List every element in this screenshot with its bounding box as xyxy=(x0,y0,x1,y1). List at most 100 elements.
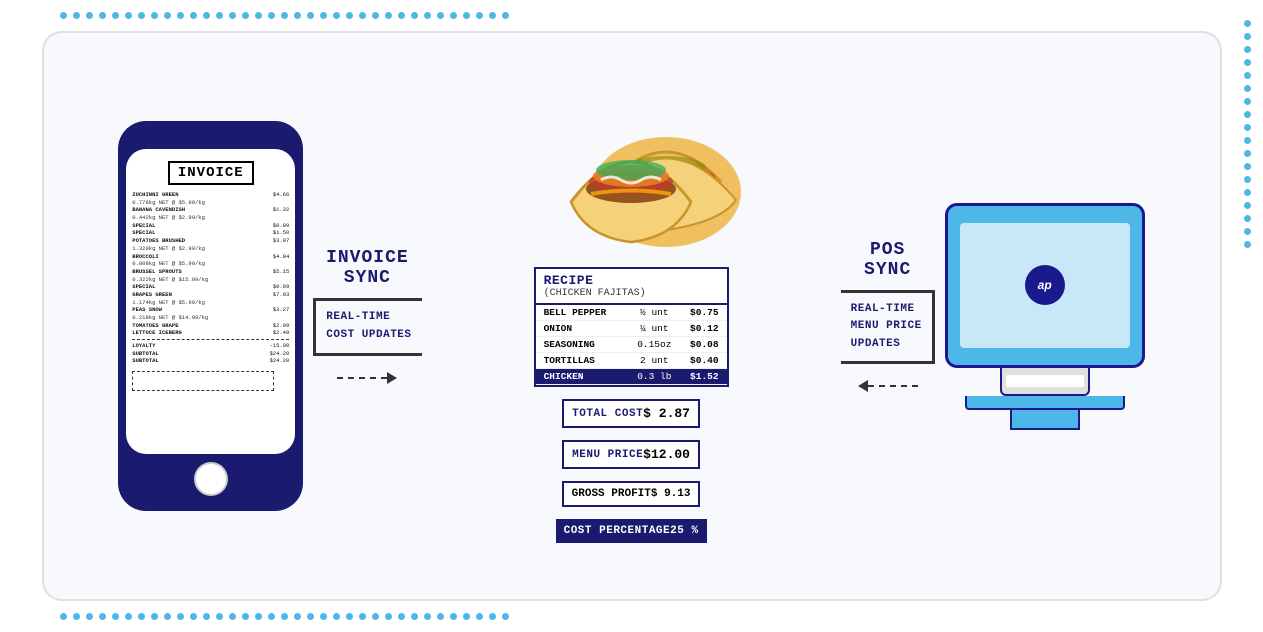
dot xyxy=(411,613,418,620)
dot xyxy=(255,613,262,620)
taco-illustration xyxy=(511,89,751,259)
dot xyxy=(164,12,171,19)
dot xyxy=(73,613,80,620)
main-card: INVOICE ZUCHINNI GREEN$4.66 0.778kg NET … xyxy=(42,31,1222,601)
dot xyxy=(476,613,483,620)
invoice-sync-section: INVOICE SYNC REAL-TIME COST UPDATES xyxy=(313,248,421,383)
dot xyxy=(502,613,509,620)
dot xyxy=(1244,85,1251,92)
dot xyxy=(242,12,249,19)
dot xyxy=(60,613,67,620)
dot xyxy=(125,613,132,620)
menu-price-row: MENU PRICE $12.00 xyxy=(562,440,700,469)
dot xyxy=(281,12,288,19)
dot xyxy=(437,12,444,19)
dot xyxy=(1244,46,1251,53)
dot xyxy=(60,12,67,19)
monitor-logo: ap xyxy=(1025,265,1065,305)
dot xyxy=(1244,20,1251,27)
dot xyxy=(450,12,457,19)
phone-receipt-bottom xyxy=(132,371,273,391)
dot xyxy=(333,12,340,19)
dot-border-top xyxy=(60,12,1243,19)
dot xyxy=(398,12,405,19)
dot xyxy=(1244,176,1251,183)
recipe-row-onion: ONION ¼ unt $0.12 xyxy=(536,321,727,337)
dot xyxy=(151,12,158,19)
dot xyxy=(125,12,132,19)
dot xyxy=(450,613,457,620)
dot xyxy=(1244,98,1251,105)
dot xyxy=(359,12,366,19)
dot xyxy=(203,613,210,620)
recipe-row-chicken: CHICKEN 0.3 lb $1.52 xyxy=(536,369,727,385)
phone: INVOICE ZUCHINNI GREEN$4.66 0.778kg NET … xyxy=(118,121,303,511)
dot xyxy=(424,613,431,620)
dot xyxy=(307,613,314,620)
dot xyxy=(476,12,483,19)
dot xyxy=(1244,33,1251,40)
recipe-title: RECIPE xyxy=(544,273,719,288)
monitor-receipt-slot xyxy=(1000,368,1090,396)
dot xyxy=(268,613,275,620)
dot xyxy=(216,613,223,620)
dot xyxy=(1244,137,1251,144)
recipe-row-seasoning: SEASONING 0.15oz $0.08 xyxy=(536,337,727,353)
dot xyxy=(385,12,392,19)
dot xyxy=(1244,72,1251,79)
recipe-subtitle: (CHICKEN FAJITAS) xyxy=(544,288,719,299)
dot-border-right xyxy=(1244,20,1251,612)
dot xyxy=(73,12,80,19)
dot xyxy=(424,12,431,19)
dot xyxy=(190,12,197,19)
dot xyxy=(1244,228,1251,235)
dot xyxy=(99,12,106,19)
outer-background: INVOICE ZUCHINNI GREEN$4.66 0.778kg NET … xyxy=(0,0,1263,632)
dot xyxy=(112,613,119,620)
dot xyxy=(320,613,327,620)
phone-section: INVOICE ZUCHINNI GREEN$4.66 0.778kg NET … xyxy=(118,121,303,511)
dot xyxy=(216,12,223,19)
invoice-title: INVOICE xyxy=(168,161,254,185)
recipe-row-tortillas: TORTILLAS 2 unt $0.40 xyxy=(536,353,727,369)
pos-monitor: ap xyxy=(945,203,1145,430)
pos-sync-section: POS SYNC REAL-TIME MENU PRICE UPDATES xyxy=(841,240,935,393)
dot xyxy=(359,613,366,620)
dot xyxy=(411,12,418,19)
dot xyxy=(1244,163,1251,170)
dot xyxy=(333,613,340,620)
dot xyxy=(307,12,314,19)
dot xyxy=(1244,189,1251,196)
pos-sync-label: POS SYNC xyxy=(864,240,911,280)
monitor-stand-bottom xyxy=(1010,410,1080,430)
recipe-row-bell-pepper: BELL PEPPER ½ unt $0.75 xyxy=(536,305,727,321)
dot xyxy=(229,12,236,19)
dot xyxy=(294,12,301,19)
invoice-sync-label: INVOICE SYNC xyxy=(326,248,409,288)
dot-border-bottom xyxy=(60,613,1243,620)
dot xyxy=(346,12,353,19)
receipt-paper xyxy=(1006,375,1084,387)
dot xyxy=(463,12,470,19)
invoice-items: ZUCHINNI GREEN$4.66 0.778kg NET @ $5.99/… xyxy=(132,191,289,365)
dot xyxy=(177,613,184,620)
dot xyxy=(177,12,184,19)
dot xyxy=(489,613,496,620)
dot xyxy=(1244,124,1251,131)
dot xyxy=(112,12,119,19)
phone-screen: INVOICE ZUCHINNI GREEN$4.66 0.778kg NET … xyxy=(126,149,295,454)
dot xyxy=(489,12,496,19)
dot xyxy=(138,613,145,620)
phone-home-button[interactable] xyxy=(194,462,228,496)
dot xyxy=(86,12,93,19)
monitor-stand-top xyxy=(965,396,1125,410)
gross-profit-row: GROSS PROFIT $ 9.13 xyxy=(562,481,701,507)
dot xyxy=(255,12,262,19)
dot xyxy=(1244,241,1251,248)
dot xyxy=(1244,150,1251,157)
dot xyxy=(190,613,197,620)
dot xyxy=(1244,59,1251,66)
dot xyxy=(151,613,158,620)
dot xyxy=(164,613,171,620)
dot xyxy=(346,613,353,620)
